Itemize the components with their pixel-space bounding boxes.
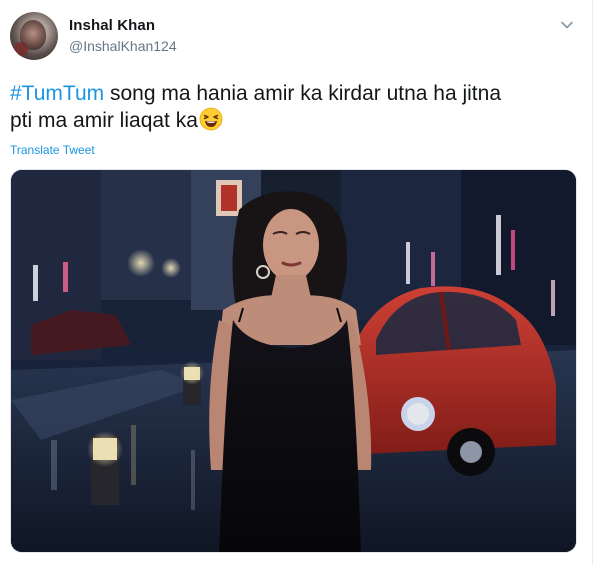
author-name[interactable]: Inshal Khan	[69, 17, 155, 34]
tweet-card: Inshal Khan @InshalKhan124 #TumTum song …	[0, 0, 593, 564]
laughing-face-icon	[199, 107, 223, 138]
tweet-text: #TumTum song ma hania amir ka kirdar utn…	[10, 80, 580, 138]
tweet-text-line1: song ma hania amir ka kirdar utna ha jit…	[104, 82, 502, 105]
tweet-media-image[interactable]	[10, 169, 577, 553]
translate-tweet-link[interactable]: Translate Tweet	[10, 143, 95, 157]
chevron-down-icon[interactable]	[560, 18, 574, 32]
avatar-accent	[14, 42, 28, 56]
avatar[interactable]	[10, 12, 58, 60]
author-handle[interactable]: @InshalKhan124	[69, 38, 177, 54]
tweet-text-line2: pti ma amir liaqat ka	[10, 109, 198, 132]
hashtag-link[interactable]: #TumTum	[10, 82, 104, 105]
